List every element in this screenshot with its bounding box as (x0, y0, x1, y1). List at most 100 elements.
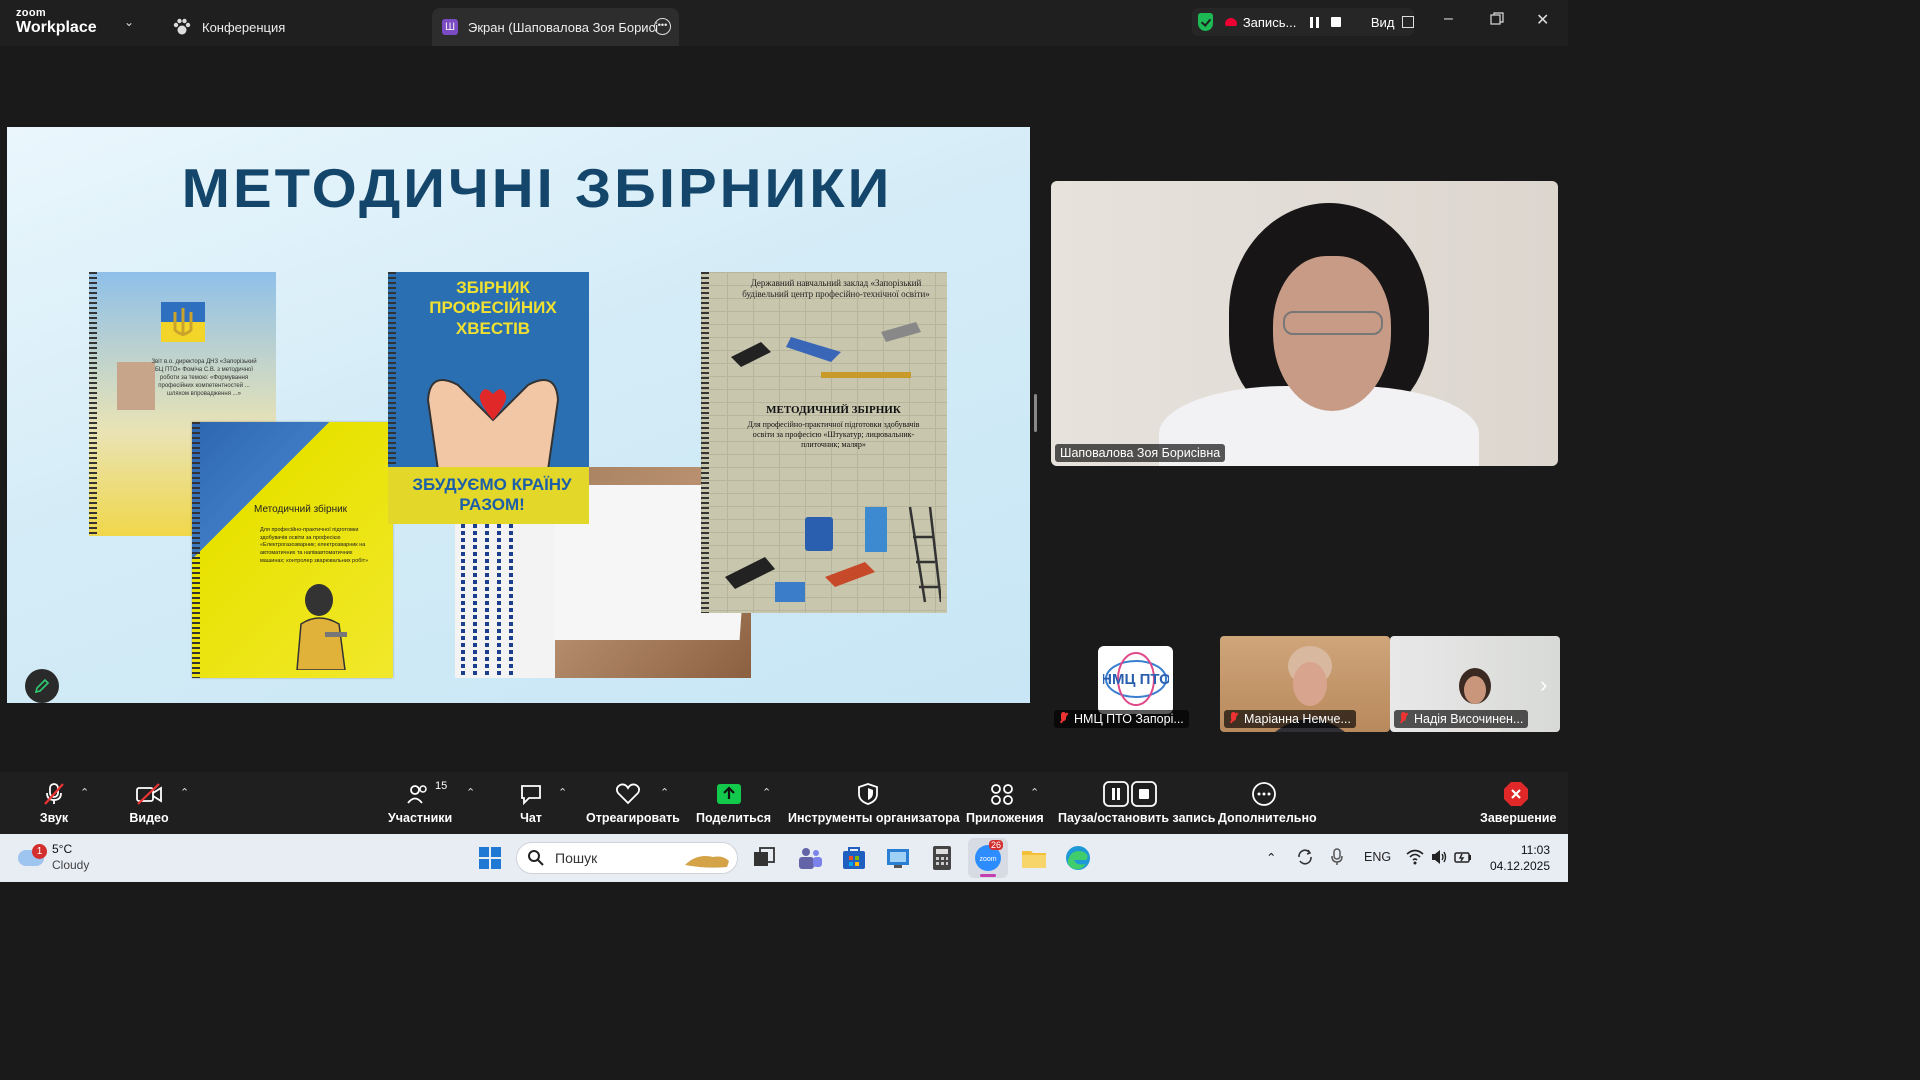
chat-caret-icon[interactable]: ⌃ (558, 786, 567, 799)
construction-tools-top (731, 322, 921, 378)
book2-text: Для професійно-практичної підготовки здо… (260, 527, 369, 564)
title-bar: zoom Workplace ⌄ Конференция Ш Экран (Ша… (0, 0, 1568, 46)
more-options-icon[interactable]: ••• (654, 18, 671, 35)
task-view-icon[interactable] (750, 844, 778, 872)
participant-tile[interactable]: Маріанна Немче... (1220, 636, 1390, 732)
book-professional-quests: ЗБІРНИК ПРОФЕСІЙНИХ ХВЕСТІВ ЗБУДУЄМО КРА… (388, 272, 589, 524)
file-explorer-icon[interactable] (1020, 844, 1048, 872)
search-icon (528, 850, 544, 866)
zoom-taskbar-app[interactable]: zoom 26 (968, 838, 1008, 878)
participant-name: Надія Височинен... (1414, 712, 1524, 726)
recording-status-group: Запись... Вид (1192, 8, 1414, 36)
restore-icon[interactable] (1490, 12, 1504, 31)
spiral-binding (701, 272, 709, 613)
temperature: 5°C (52, 842, 73, 856)
shield-icon (858, 783, 878, 805)
video-options-caret-icon[interactable]: ⌃ (180, 786, 189, 799)
participant-name: НМЦ ПТО Запорі... (1074, 712, 1184, 726)
tab-screen-share[interactable]: Ш Экран (Шаповалова Зоя Борисі ••• (432, 8, 679, 46)
view-button[interactable]: Вид (1371, 15, 1395, 30)
pause-stop-recording-button[interactable]: Пауза/остановить запись (1058, 780, 1215, 825)
apps-button[interactable]: Приложения (966, 780, 1044, 825)
audio-label: Звук (39, 811, 69, 825)
nmc-logo-text: НМЦ ПТО (1103, 671, 1169, 688)
control-panel-icon[interactable] (884, 844, 912, 872)
apps-caret-icon[interactable]: ⌃ (1030, 786, 1039, 799)
pause-stop-icon (1103, 781, 1157, 807)
battery-icon[interactable] (1454, 849, 1472, 865)
share-label: Поделиться (696, 811, 772, 825)
zoom-workplace-logo[interactable]: zoom Workplace (16, 8, 97, 36)
more-label: Дополнительно (1218, 811, 1317, 825)
tab-conference-label: Конференция (202, 19, 286, 35)
microphone-icon[interactable] (1330, 848, 1344, 866)
more-icon (1252, 782, 1276, 806)
windows-taskbar: 1 5°C Cloudy Пошук zoom 26 ⌃ ENG 11:03 0… (0, 834, 1568, 882)
mic-muted-icon (44, 783, 64, 805)
zoom-badge: 26 (989, 840, 1004, 850)
video-button[interactable]: Видео (128, 780, 170, 825)
view-layout-icon[interactable] (1402, 16, 1414, 28)
calculator-icon[interactable] (928, 844, 956, 872)
next-page-chevron-icon[interactable]: › (1540, 672, 1547, 698)
windows-start-icon[interactable] (476, 844, 504, 872)
input-language[interactable]: ENG (1364, 850, 1391, 864)
react-button[interactable]: Отреагировать (586, 780, 680, 825)
active-indicator (980, 874, 996, 877)
participant-tile[interactable]: НМЦ ПТО НМЦ ПТО Запорі... (1052, 636, 1218, 732)
chat-button[interactable]: Чат (516, 780, 546, 825)
clock-time: 11:03 (1520, 843, 1550, 857)
participant-name: Маріанна Немче... (1244, 712, 1351, 726)
system-clock[interactable]: 11:03 04.12.2025 (1486, 842, 1550, 874)
participant-name-tag: НМЦ ПТО Запорі... (1054, 710, 1189, 728)
participant-tile[interactable]: Надія Височинен... (1390, 636, 1560, 732)
book-plasterer-collection: Державний навчальний заклад «Запорізький… (701, 272, 947, 613)
participants-button[interactable]: 15 Участники (388, 780, 452, 825)
react-label: Отреагировать (586, 811, 680, 825)
participants-icon (407, 785, 427, 804)
share-button[interactable]: Поделиться (696, 780, 772, 825)
pause-recording-icon[interactable] (1310, 16, 1320, 28)
encryption-shield-icon[interactable] (1198, 13, 1214, 31)
cloud-icon: 1 (18, 843, 47, 866)
share-caret-icon[interactable]: ⌃ (762, 786, 771, 799)
audio-options-caret-icon[interactable]: ⌃ (80, 786, 89, 799)
participant-name-tag: Надія Височинен... (1394, 710, 1529, 728)
tab-screen-label: Экран (Шаповалова Зоя Борисі (468, 19, 658, 35)
volume-icon[interactable] (1430, 849, 1448, 865)
book2-title: Методичний збірник (254, 504, 348, 515)
audio-button[interactable]: Звук (34, 780, 74, 825)
host-tools-button[interactable]: Инструменты организатора (788, 780, 960, 825)
tray-expand-chevron-icon[interactable]: ⌃ (1266, 850, 1276, 865)
stacked-books (455, 517, 555, 678)
book3-bottom-text: ЗБУДУЄМО КРАЇНУ РАЗОМ! (412, 475, 572, 514)
taskbar-search[interactable]: Пошук (516, 842, 738, 874)
weather-badge: 1 (32, 843, 47, 859)
active-speaker-video[interactable]: Шаповалова Зоя Борисівна (1051, 181, 1558, 466)
chevron-down-icon[interactable]: ⌄ (124, 15, 134, 29)
share-screen-icon (717, 784, 741, 804)
close-icon[interactable]: ✕ (1536, 10, 1549, 30)
nmc-logo: НМЦ ПТО (1098, 646, 1173, 714)
weather-widget[interactable]: 1 5°C Cloudy (18, 842, 89, 873)
annotate-pencil-button[interactable] (25, 669, 59, 703)
edge-browser-icon[interactable] (1064, 844, 1092, 872)
minimize-icon[interactable]: – (1444, 10, 1453, 28)
react-caret-icon[interactable]: ⌃ (660, 786, 669, 799)
book5-title: МЕТОДИЧНИЙ ЗБІРНИК (766, 404, 901, 416)
stop-recording-icon[interactable] (1331, 17, 1341, 27)
panel-resize-handle[interactable] (1034, 394, 1037, 432)
teams-icon[interactable] (796, 844, 824, 872)
sync-icon[interactable] (1296, 848, 1314, 866)
store-icon[interactable] (840, 844, 868, 872)
participants-caret-icon[interactable]: ⌃ (466, 786, 475, 799)
end-meeting-button[interactable]: Завершение (1480, 780, 1556, 825)
speaker-glasses (1283, 311, 1383, 335)
tab-conference[interactable]: Конференция (172, 8, 285, 46)
participant-name-tag: Маріанна Немче... (1224, 710, 1356, 728)
book3-top-text: ЗБІРНИК ПРОФЕСІЙНИХ ХВЕСТІВ (429, 278, 557, 338)
book5-subtitle: Для професійно-практичної підготовки здо… (747, 420, 920, 449)
weather-condition: Cloudy (52, 857, 90, 872)
more-button[interactable]: Дополнительно (1218, 780, 1317, 825)
wifi-icon[interactable] (1406, 849, 1424, 865)
